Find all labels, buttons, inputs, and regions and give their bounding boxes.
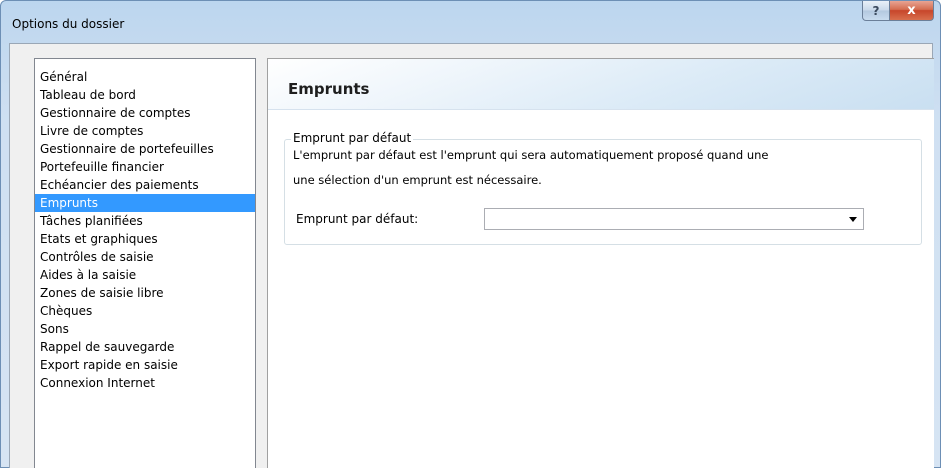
nav-item[interactable]: Gestionnaire de comptes: [35, 104, 255, 122]
dialog-client-area: Général Tableau de bord Gestionnaire de co…: [9, 43, 934, 468]
panel-header: Emprunts: [268, 59, 934, 110]
nav-item[interactable]: Export rapide en saisie: [35, 356, 255, 374]
nav-item[interactable]: Gestionnaire de portefeuilles: [35, 140, 255, 158]
nav-item[interactable]: Tableau de bord: [35, 86, 255, 104]
chevron-down-icon[interactable]: [849, 217, 857, 222]
caption-buttons: ? x: [862, 1, 934, 21]
nav-item[interactable]: Echéancier des paiements: [35, 176, 255, 194]
nav-item[interactable]: Zones de saisie libre: [35, 284, 255, 302]
nav-item[interactable]: Chèques: [35, 302, 255, 320]
nav-item[interactable]: Etats et graphiques: [35, 230, 255, 248]
options-panel: Emprunts Emprunt par défaut L'emprunt pa…: [267, 58, 934, 468]
title-bar[interactable]: Options du dossier ? x: [1, 1, 940, 39]
nav-item[interactable]: Aides à la saisie: [35, 266, 255, 284]
nav-item[interactable]: Sons: [35, 320, 255, 338]
help-button[interactable]: ?: [862, 1, 890, 21]
close-icon: x: [907, 3, 916, 18]
group-legend: Emprunt par défaut: [291, 131, 414, 145]
nav-item[interactable]: Tâches planifiées: [35, 212, 255, 230]
help-icon: ?: [872, 3, 880, 18]
nav-item[interactable]: Connexion Internet: [35, 374, 255, 392]
default-loan-group: Emprunt par défaut L'emprunt par défaut …: [284, 131, 922, 245]
close-button[interactable]: x: [890, 1, 934, 21]
options-dialog: Options du dossier ? x Général Tableau de…: [0, 0, 941, 468]
nav-item[interactable]: Portefeuille financier: [35, 158, 255, 176]
default-loan-label: Emprunt par défaut:: [296, 212, 419, 226]
description-line-2: une sélection d'un emprunt est nécessair…: [293, 173, 542, 187]
panel-title: Emprunts: [288, 80, 370, 98]
nav-item[interactable]: Rappel de sauvegarde: [35, 338, 255, 356]
options-category-list[interactable]: Général Tableau de bord Gestionnaire de co…: [34, 58, 256, 468]
nav-item[interactable]: Livre de comptes: [35, 122, 255, 140]
window-title: Options du dossier: [12, 17, 125, 31]
nav-item[interactable]: Général: [35, 68, 255, 86]
description-line-1: L'emprunt par défaut est l'emprunt qui s…: [293, 148, 769, 162]
nav-item[interactable]: Emprunts: [35, 194, 255, 212]
nav-item[interactable]: Contrôles de saisie: [35, 248, 255, 266]
default-loan-dropdown[interactable]: [484, 208, 864, 230]
